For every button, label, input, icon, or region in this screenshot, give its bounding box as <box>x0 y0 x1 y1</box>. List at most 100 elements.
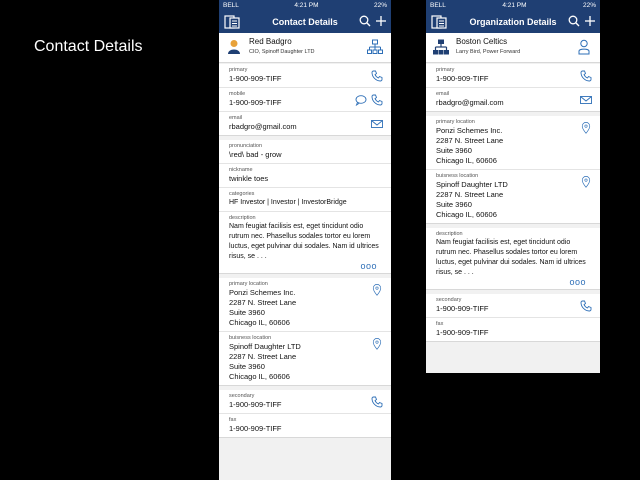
pronunciation-field: pronunciation \red\ bad - grow <box>219 140 391 163</box>
address-line: Spinoff Daughter LTD <box>436 180 508 189</box>
field-label: primary <box>436 67 455 73</box>
nickname-field: nickname twinkle toes <box>219 163 391 187</box>
field-value: twinkle toes <box>229 174 269 183</box>
search-icon[interactable] <box>568 15 580 27</box>
fax-field: fax 1-900-909-TIFF <box>426 317 600 341</box>
business-location-field: buisness location Spinoff Daughter LTD 2… <box>426 169 600 223</box>
menu-list-icon[interactable] <box>224 15 240 29</box>
map-pin-icon[interactable] <box>580 176 592 188</box>
mobile-phone-field: mobile 1-900-909-TIFF <box>219 87 391 111</box>
address-line: Suite 3960 <box>229 362 265 371</box>
address-line: Chicago IL, 60606 <box>436 156 497 165</box>
field-value: 1-900-909-TIFF <box>436 304 489 313</box>
field-value: 1-900-909-TIFF <box>436 328 489 337</box>
address-line: Chicago IL, 60606 <box>229 372 290 381</box>
address-line: Spinoff Daughter LTD <box>229 342 301 351</box>
secondary-phone-field: secondary 1-900-909-TIFF <box>219 390 391 413</box>
locations-section: primary location Ponzi Schemes Inc. 2287… <box>426 116 600 224</box>
status-bar: BELL 4:21 PM 22% <box>219 0 391 11</box>
search-icon[interactable] <box>359 15 371 27</box>
primary-phone-field: primary 1-900-909-TIFF <box>219 64 391 87</box>
organization-details-screen: BELL 4:21 PM 22% Organization Details Bo… <box>426 0 600 373</box>
address-line: Chicago IL, 60606 <box>436 210 497 219</box>
battery-label: 22% <box>582 2 596 9</box>
address-line: Suite 3960 <box>229 308 265 317</box>
menu-list-icon[interactable] <box>431 15 447 29</box>
map-pin-icon[interactable] <box>580 122 592 134</box>
contact-methods-section: primary 1-900-909-TIFF mobile 1-900-909-… <box>219 64 391 136</box>
navigation-bar: Contact Details <box>219 11 391 33</box>
field-label: email <box>229 115 243 121</box>
address-line: Ponzi Schemes Inc. <box>436 126 503 135</box>
field-value: 1-900-909-TIFF <box>229 424 282 433</box>
time-label: 4:21 PM <box>502 2 527 9</box>
contact-header: Red Badgro CIO, Spinoff Daughter LTD <box>219 33 391 63</box>
other-phones-section: secondary 1-900-909-TIFF fax 1-900-909-T… <box>219 390 391 438</box>
person-avatar-icon <box>228 40 240 54</box>
navigation-bar: Organization Details <box>426 11 600 33</box>
phone-icon[interactable] <box>580 300 592 312</box>
contact-details-screen: BELL 4:21 PM 22% Contact Details Red Bad… <box>219 0 391 480</box>
battery-label: 22% <box>373 2 387 9</box>
phone-icon[interactable] <box>580 70 592 82</box>
categories-field: categories HF Investor | Investor | Inve… <box>219 187 391 211</box>
field-value: rbadgro@gmail.com <box>229 122 297 131</box>
field-label: primary location <box>436 119 475 125</box>
field-value: HF Investor | Investor | InvestorBridge <box>229 199 347 206</box>
field-value: \red\ bad - grow <box>229 150 282 159</box>
address-line: Suite 3960 <box>436 200 472 209</box>
field-label: fax <box>436 321 444 327</box>
person-icon[interactable] <box>576 39 592 55</box>
organization-header: Boston Celtics Larry Bird, Power Forward <box>426 33 600 63</box>
map-pin-icon[interactable] <box>371 338 383 350</box>
mail-icon[interactable] <box>371 118 383 130</box>
business-location-field: buisness location Spinoff Daughter LTD 2… <box>219 331 391 385</box>
add-icon[interactable] <box>584 15 596 27</box>
address-line: 2287 N. Street Lane <box>436 136 504 145</box>
status-bar: BELL 4:21 PM 22% <box>426 0 600 11</box>
org-chart-avatar-icon <box>433 39 449 55</box>
fax-field: fax 1-900-909-TIFF <box>219 413 391 437</box>
field-label: buisness location <box>436 173 479 179</box>
page-title: Contact Details <box>272 17 338 27</box>
field-value: 1-900-909-TIFF <box>229 74 282 83</box>
address-line: Suite 3960 <box>436 146 472 155</box>
add-icon[interactable] <box>375 15 387 27</box>
phone-icon[interactable] <box>371 70 383 82</box>
field-label: primary location <box>229 281 268 287</box>
org-chart-icon[interactable] <box>367 39 383 55</box>
carrier-label: BELL <box>430 2 446 9</box>
chat-bubble-icon[interactable] <box>355 94 367 106</box>
description-section: description Nam feugiat facilisis est, e… <box>426 228 600 290</box>
address-line: 2287 N. Street Lane <box>436 190 504 199</box>
address-line: 2287 N. Street Lane <box>229 352 297 361</box>
contact-info-section: pronunciation \red\ bad - grow nickname … <box>219 140 391 274</box>
mail-icon[interactable] <box>580 94 592 106</box>
email-field: email rbadgro@gmail.com <box>426 87 600 111</box>
field-label: categories <box>229 191 255 197</box>
slide-title: Contact Details <box>34 38 143 55</box>
address-line: Ponzi Schemes Inc. <box>229 288 296 297</box>
field-value: 1-900-909-TIFF <box>436 74 489 83</box>
field-value: Nam feugiat facilisis est, eget tincidun… <box>229 223 379 260</box>
address-line: Chicago IL, 60606 <box>229 318 290 327</box>
other-phones-section: secondary 1-900-909-TIFF fax 1-900-909-T… <box>426 294 600 342</box>
time-label: 4:21 PM <box>294 2 319 9</box>
description-field: description Nam feugiat facilisis est, e… <box>219 211 391 273</box>
more-options-button[interactable]: ooo <box>229 262 381 271</box>
page-title: Organization Details <box>469 17 557 27</box>
field-value: 1-900-909-TIFF <box>229 400 282 409</box>
map-pin-icon[interactable] <box>371 284 383 296</box>
field-label: nickname <box>229 167 253 173</box>
field-label: description <box>436 231 463 237</box>
primary-location-field: primary location Ponzi Schemes Inc. 2287… <box>219 278 391 331</box>
field-label: email <box>436 91 450 97</box>
field-label: primary <box>229 67 248 73</box>
more-options-button[interactable]: ooo <box>436 278 590 287</box>
field-value: rbadgro@gmail.com <box>436 98 504 107</box>
field-label: secondary <box>436 297 462 303</box>
phone-icon[interactable] <box>371 94 383 106</box>
field-label: buisness location <box>229 335 272 341</box>
secondary-phone-field: secondary 1-900-909-TIFF <box>426 294 600 317</box>
phone-icon[interactable] <box>371 396 383 408</box>
